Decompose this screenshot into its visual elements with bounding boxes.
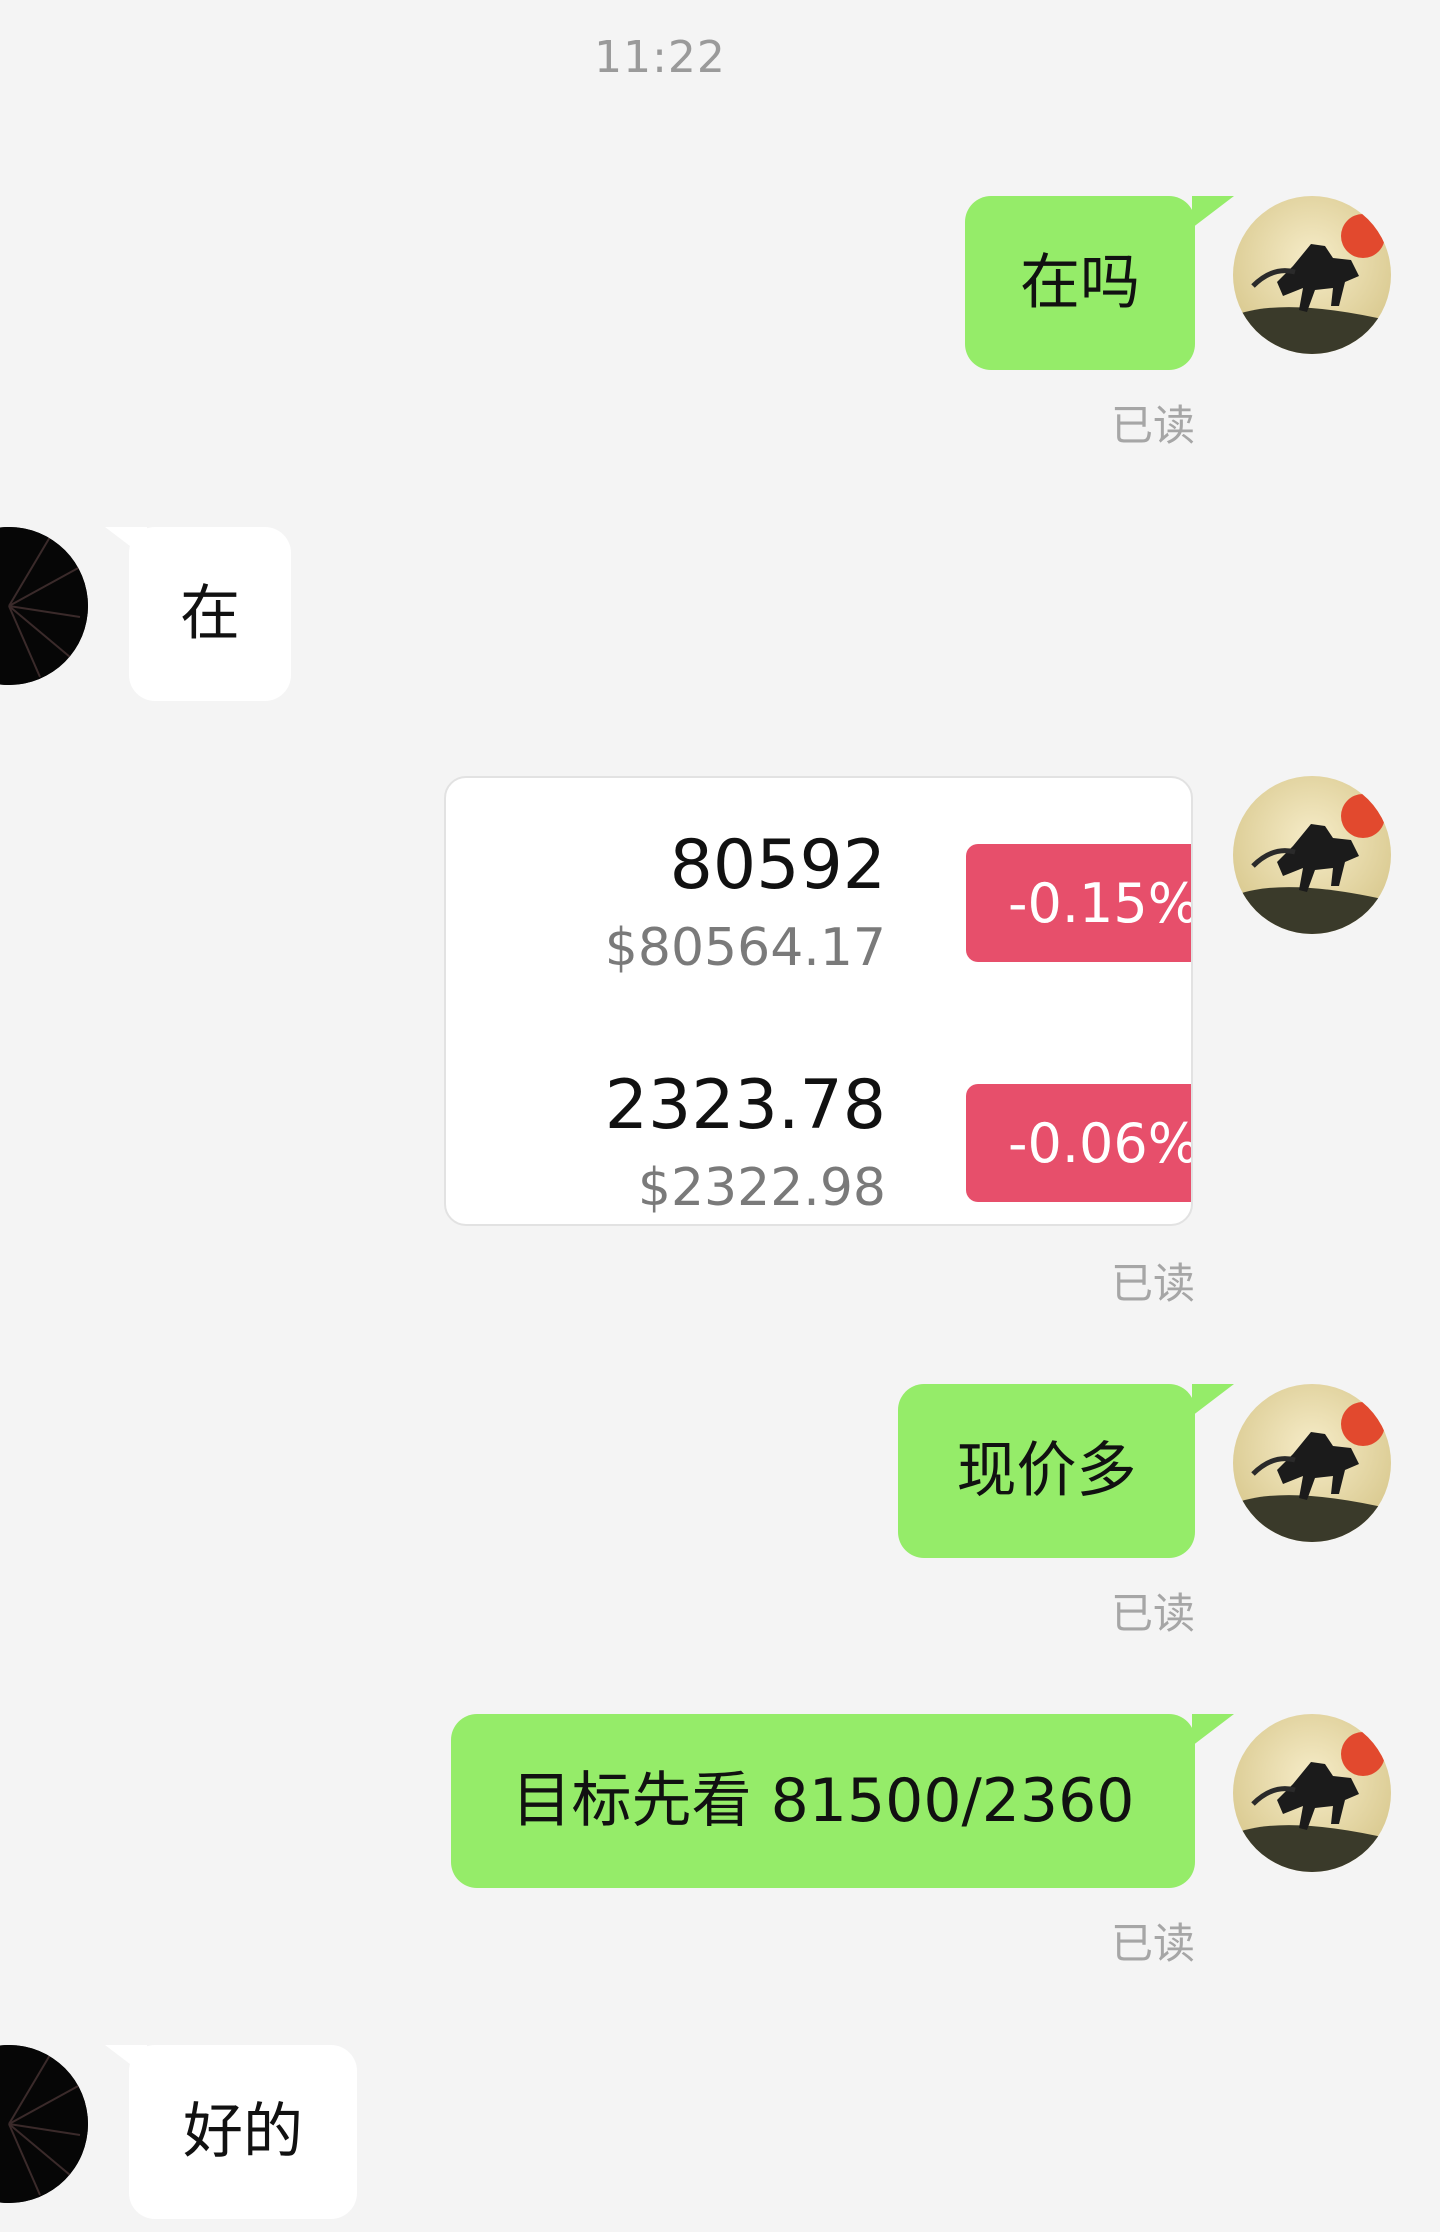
quote-change-badge: -0.15% [966,844,1191,962]
my-avatar[interactable] [1233,1714,1391,1872]
quote-change-badge: -0.06% [966,1084,1191,1202]
quote-price: 2323.78 [604,1066,886,1145]
message-timestamp: 11:22 [594,32,726,83]
bubble-tail [1192,196,1234,228]
read-receipt: 已读 [1110,1589,1195,1638]
horse-avatar-icon [1233,1714,1391,1872]
other-avatar[interactable] [0,527,88,685]
message-text: 目标先看 81500/2360 [511,1766,1135,1836]
firework-avatar-icon [0,2045,88,2203]
read-receipt: 已读 [1110,1919,1195,1968]
other-message-bubble[interactable]: 在 [129,527,291,701]
bubble-tail [1192,1714,1234,1746]
quote-price: 80592 [669,826,886,905]
my-message-bubble[interactable]: 现价多 [898,1384,1195,1558]
bubble-tail [1192,1384,1234,1416]
quote-usd-price: $80564.17 [604,918,886,978]
horse-avatar-icon [1233,196,1391,354]
message-text: 现价多 [956,1436,1137,1506]
message-text: 在吗 [1020,248,1140,318]
message-text: 在 [180,579,240,649]
my-message-bubble[interactable]: 在吗 [965,196,1195,370]
my-message-bubble[interactable]: 目标先看 81500/2360 [451,1714,1195,1888]
other-message-bubble[interactable]: 好的 [129,2045,357,2219]
read-receipt: 已读 [1110,1259,1195,1308]
read-receipt: 已读 [1110,401,1195,450]
quote-usd-price: $2322.98 [637,1158,886,1218]
firework-avatar-icon [0,527,88,685]
horse-avatar-icon [1233,776,1391,934]
quote-card[interactable]: 80592 $80564.17 -0.15% 2323.78 $2322.98 … [444,776,1193,1226]
my-avatar[interactable] [1233,196,1391,354]
my-avatar[interactable] [1233,1384,1391,1542]
message-text: 好的 [183,2097,303,2167]
other-avatar[interactable] [0,2045,88,2203]
horse-avatar-icon [1233,1384,1391,1542]
my-avatar[interactable] [1233,776,1391,934]
